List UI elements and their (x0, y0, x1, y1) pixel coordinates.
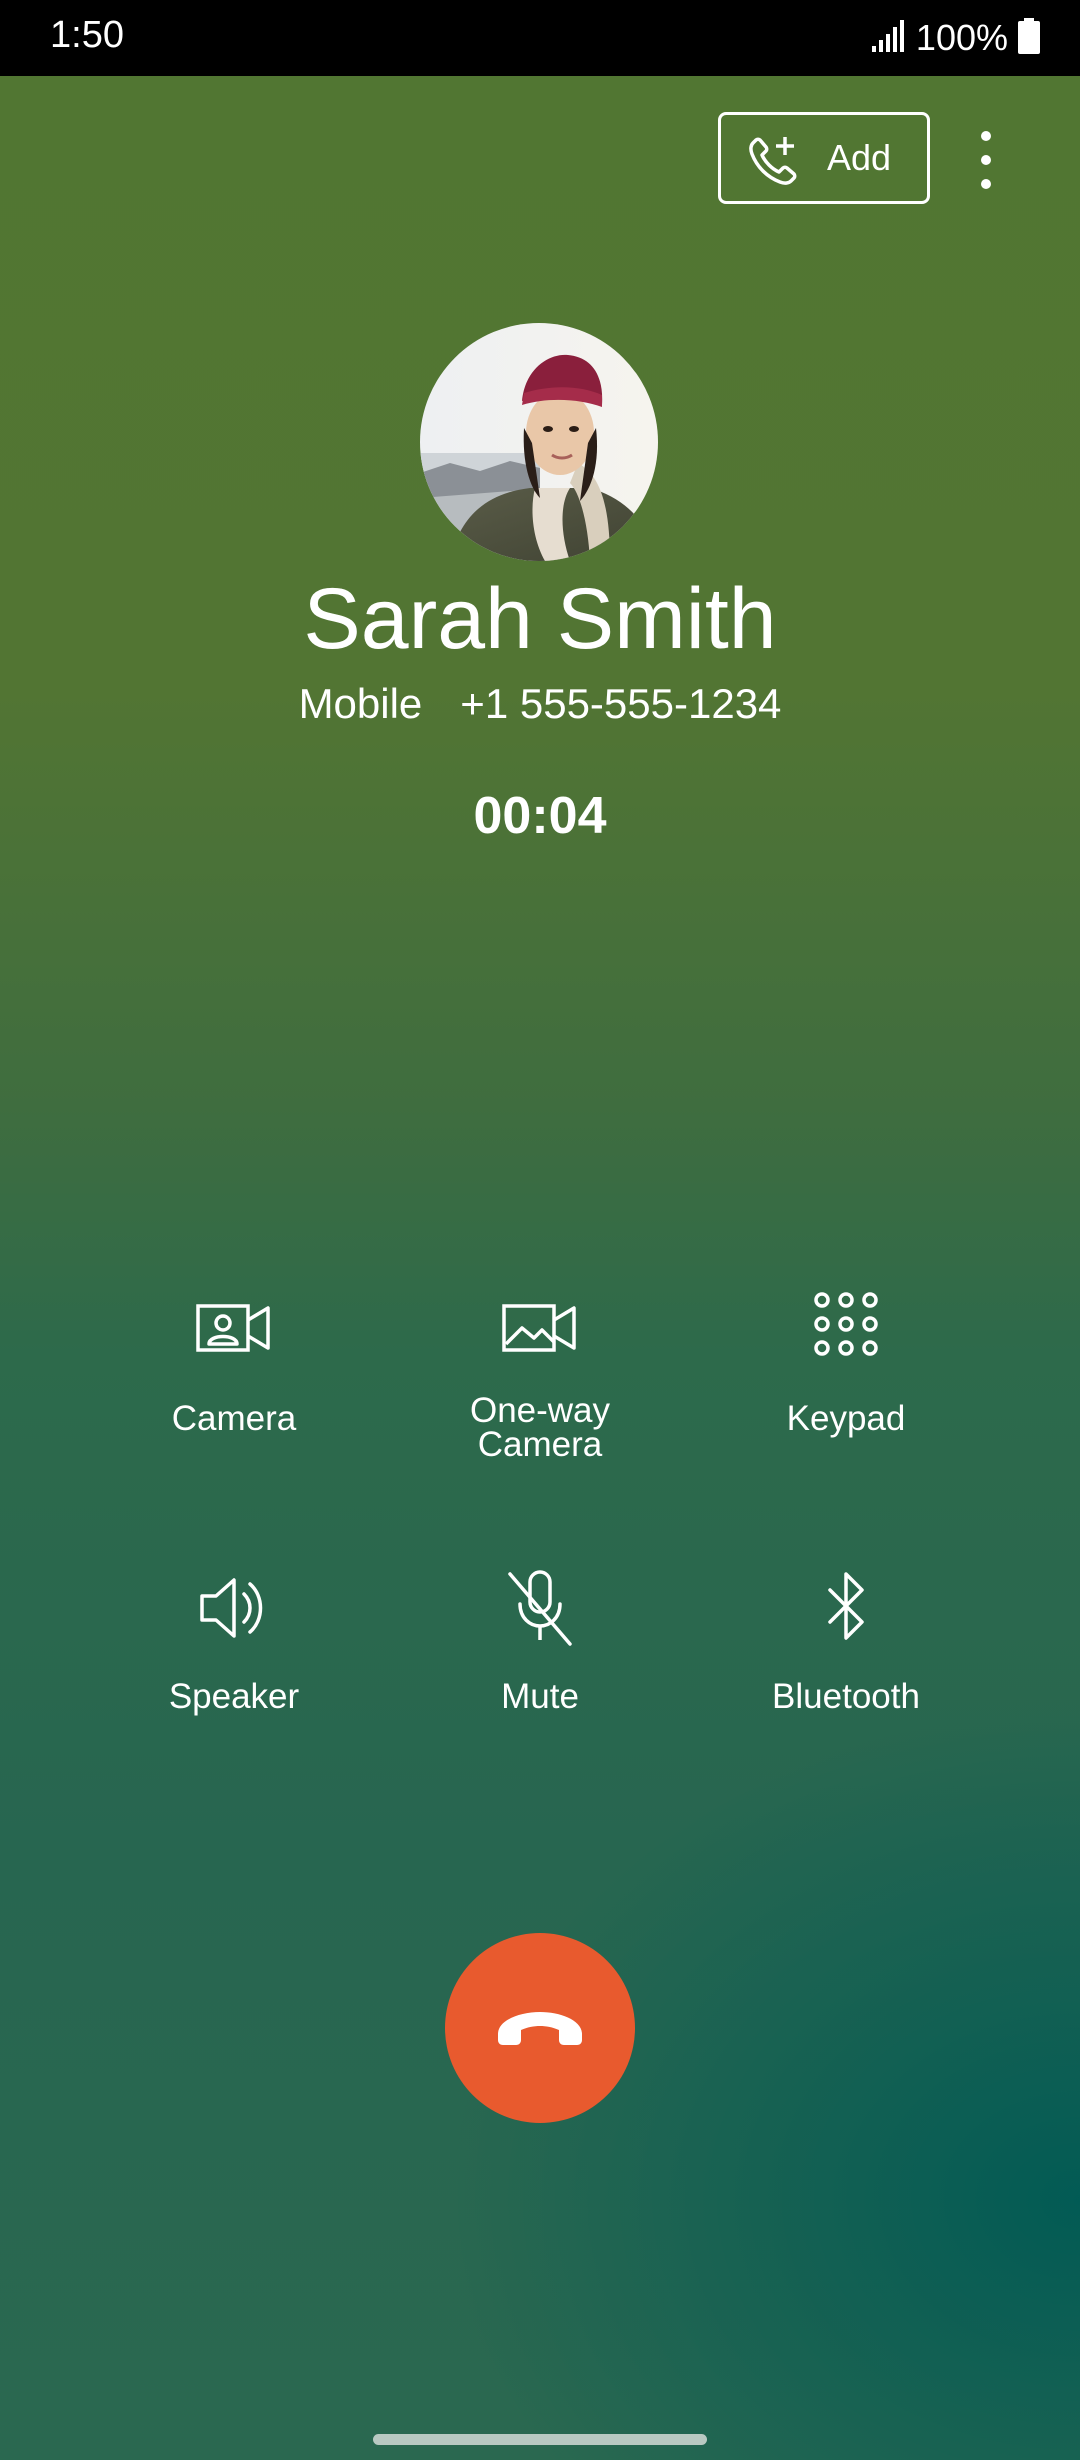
end-call-button[interactable] (445, 1933, 635, 2123)
one-way-camera-button[interactable]: One-way Camera (390, 1290, 690, 1490)
home-indicator[interactable] (373, 2434, 707, 2445)
one-way-camera-label: One-way Camera (390, 1391, 690, 1464)
in-call-screen: 1:50 100% Add Sarah Smith Mobile +1 555-… (0, 0, 1080, 2460)
status-icons: 100% (871, 12, 1040, 64)
bluetooth-button[interactable]: Bluetooth (696, 1568, 996, 1768)
signal-icon (871, 19, 906, 57)
call-timer: 00:04 (473, 787, 607, 845)
contact-number-line: Mobile +1 555-555-1234 (0, 680, 1080, 728)
more-options-button[interactable] (962, 120, 1010, 200)
add-call-label: Add (827, 137, 892, 178)
camera-icon (194, 1290, 274, 1370)
keypad-label: Keypad (786, 1399, 906, 1438)
one-way-camera-label-text: One-way Camera (469, 1391, 611, 1464)
phone-number: +1 555-555-1234 (460, 680, 782, 727)
bluetooth-label: Bluetooth (772, 1677, 920, 1716)
add-call-icon (745, 133, 801, 189)
more-vert-icon (962, 131, 1010, 204)
camera-label: Camera (171, 1399, 297, 1438)
mute-label: Mute (501, 1677, 579, 1716)
speaker-button[interactable]: Speaker (84, 1568, 384, 1768)
status-time: 1:50 (50, 14, 124, 56)
keypad-icon (806, 1290, 886, 1370)
one-way-camera-icon (500, 1290, 580, 1370)
end-call-icon (498, 2012, 582, 2045)
number-type: Mobile (298, 680, 423, 727)
keypad-button[interactable]: Keypad (696, 1290, 996, 1490)
speaker-icon (194, 1568, 274, 1648)
bluetooth-icon (806, 1568, 886, 1648)
camera-button[interactable]: Camera (84, 1290, 384, 1490)
mic-off-icon (500, 1568, 580, 1648)
mute-button[interactable]: Mute (390, 1568, 690, 1768)
speaker-label: Speaker (168, 1677, 300, 1716)
battery-icon (1018, 17, 1040, 59)
status-bar: 1:50 100% (0, 0, 1080, 76)
add-call-button[interactable]: Add (718, 112, 930, 204)
contact-photo (420, 323, 658, 561)
battery-percentage: 100% (915, 17, 1008, 58)
contact-name: Sarah Smith (303, 571, 777, 667)
